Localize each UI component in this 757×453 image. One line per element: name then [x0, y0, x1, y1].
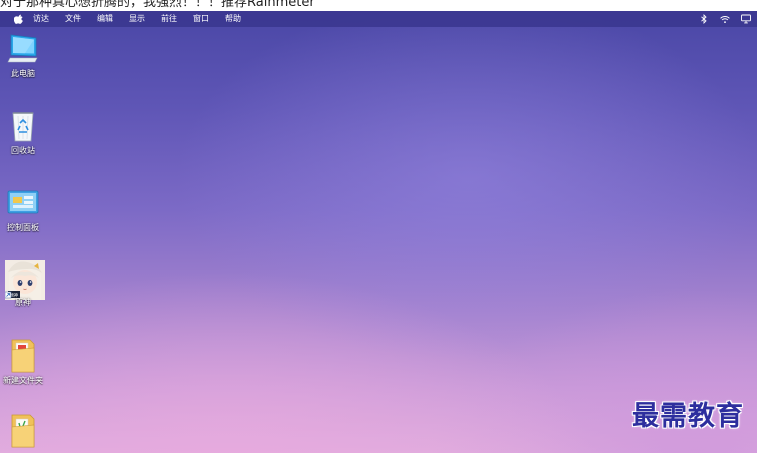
desktop-icon-recycle-bin[interactable]: 回收站 — [3, 108, 43, 156]
control-panel-icon — [5, 185, 41, 221]
computer-icon — [5, 31, 41, 67]
desktop-icon-new-folder[interactable]: 新建文件夹 — [3, 338, 43, 386]
article-caption: 对于那种真心想折腾的，我强烈！！！推荐Rainmeter — [0, 0, 315, 10]
watermark-logo: 最需教育 — [632, 401, 744, 432]
wifi-icon[interactable] — [720, 14, 730, 24]
desktop-icon-label: 此电脑 — [11, 69, 35, 78]
menu-edit[interactable]: 编辑 — [97, 11, 113, 27]
menu-go[interactable]: 前往 — [161, 11, 177, 27]
desktop[interactable]: 访达 文件 编辑 显示 前往 窗口 帮助 此电脑 回收站 控制面板 原神 原神 … — [0, 11, 757, 453]
folder-icon — [5, 338, 41, 374]
display-icon[interactable] — [741, 14, 751, 24]
desktop-icon-folder[interactable] — [3, 413, 43, 451]
desktop-icon-label: 回收站 — [11, 146, 35, 155]
desktop-icon-label: 控制面板 — [7, 223, 39, 232]
genshin-shortcut-icon: 原神 — [4, 260, 45, 300]
recycle-bin-icon — [5, 108, 41, 144]
folder-icon — [5, 413, 41, 449]
menu-bar: 访达 文件 编辑 显示 前往 窗口 帮助 — [0, 11, 757, 27]
status-area — [688, 11, 751, 27]
menu-file[interactable]: 文件 — [65, 11, 81, 27]
desktop-icon-genshin[interactable]: 原神 原神 — [3, 260, 45, 308]
menu-finder[interactable]: 访达 — [33, 11, 49, 27]
menu-help[interactable]: 帮助 — [225, 11, 241, 27]
bluetooth-icon[interactable] — [699, 14, 709, 24]
menu-view[interactable]: 显示 — [129, 11, 145, 27]
desktop-icon-control-panel[interactable]: 控制面板 — [3, 185, 43, 233]
desktop-icon-this-pc[interactable]: 此电脑 — [3, 31, 43, 79]
apple-logo-icon[interactable] — [13, 11, 23, 27]
desktop-icon-label: 新建文件夹 — [3, 376, 43, 385]
menu-window[interactable]: 窗口 — [193, 11, 209, 27]
